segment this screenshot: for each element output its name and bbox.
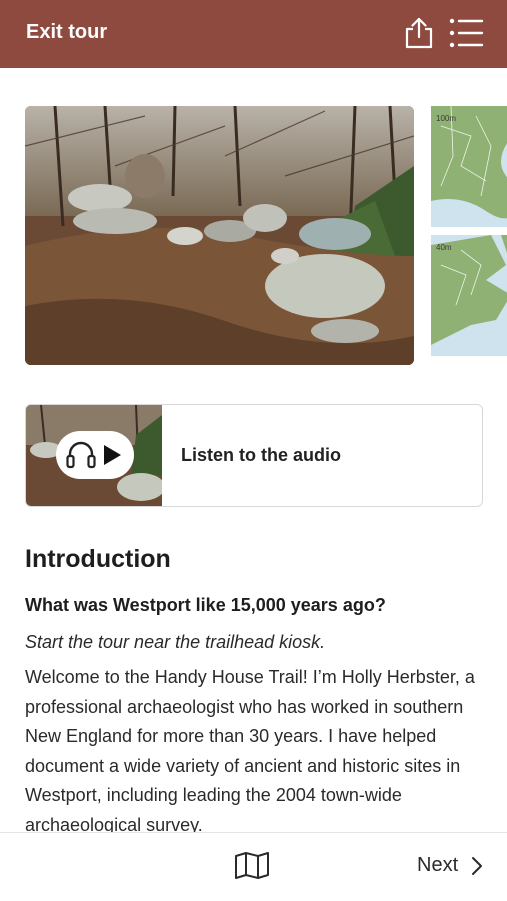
map-thumbnail-100m[interactable]: 100m (431, 105, 507, 227)
map-icon[interactable] (234, 851, 270, 884)
listen-audio-card[interactable]: Listen to the audio (25, 404, 483, 507)
audio-thumbnail (26, 405, 162, 506)
menu-icon[interactable] (448, 16, 484, 55)
listen-audio-label: Listen to the audio (181, 445, 341, 465)
bottom-bar: Next (0, 832, 507, 901)
map-thumbnail-40m[interactable]: 40m (431, 235, 507, 356)
chevron-right-icon[interactable] (470, 855, 484, 882)
next-button[interactable]: Next (417, 854, 458, 877)
hero-photo[interactable] (25, 106, 414, 365)
map-scale-label-100m: 100m (436, 114, 456, 123)
image-carousel[interactable]: 100m 40m (0, 68, 507, 388)
top-bar: Exit tour (0, 0, 507, 68)
start-note: Start the tour near the trailhead kiosk. (25, 632, 326, 652)
section-heading: Introduction (25, 545, 171, 573)
exit-tour-button[interactable]: Exit tour (26, 21, 107, 44)
share-icon[interactable] (402, 16, 436, 55)
map-thumbnails[interactable]: 100m 40m (431, 105, 507, 365)
intro-body-text: Welcome to the Handy House Trail! I’m Ho… (25, 667, 475, 835)
map-scale-label-40m: 40m (436, 243, 452, 252)
intro-question: What was Westport like 15,000 years ago? (25, 595, 386, 615)
tour-content: Introduction What was Westport like 15,0… (25, 545, 485, 840)
